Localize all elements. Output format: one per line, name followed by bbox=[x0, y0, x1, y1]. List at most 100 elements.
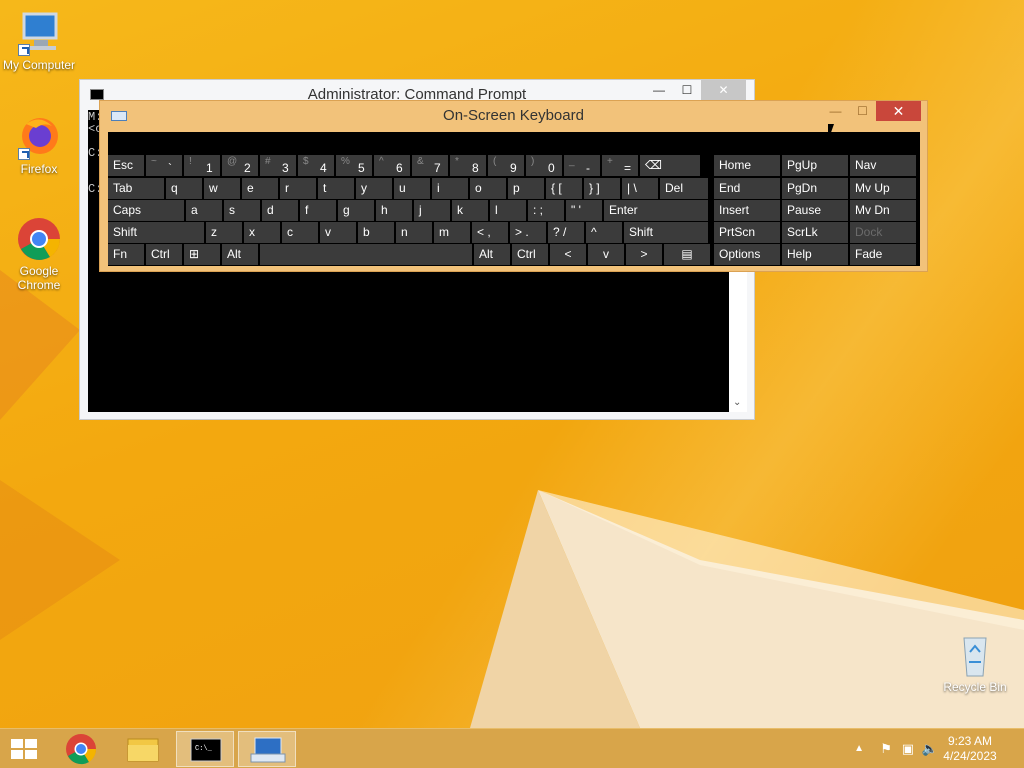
show-hidden-icons-icon[interactable]: ▲ bbox=[854, 743, 864, 754]
key-5[interactable]: % 5 bbox=[336, 155, 372, 176]
key-10[interactable]: : ; bbox=[528, 200, 564, 221]
nav-key-pgdn[interactable]: PgDn bbox=[782, 178, 848, 199]
key-2[interactable]: w bbox=[204, 178, 240, 199]
key-7[interactable]: j bbox=[414, 200, 450, 221]
on-screen-keyboard-window[interactable]: On-Screen Keyboard — ☐ ✕ Esc ~ `! 1 @2 #3 $4% 5… bbox=[99, 100, 928, 272]
key-10[interactable]: ? / bbox=[548, 222, 584, 243]
key-9[interactable]: l bbox=[490, 200, 526, 221]
key-2[interactable]: x bbox=[244, 222, 280, 243]
key-3[interactable]: c bbox=[282, 222, 318, 243]
key-6[interactable]: n bbox=[396, 222, 432, 243]
key-14[interactable]: Del bbox=[660, 178, 708, 199]
action-center-flag-icon[interactable]: ⚑ bbox=[880, 741, 892, 757]
key-7[interactable]: m bbox=[434, 222, 470, 243]
maximize-button[interactable]: ☐ bbox=[673, 80, 701, 100]
nav-key-mv-up[interactable]: Mv Up bbox=[850, 178, 916, 199]
key-8[interactable]: < , bbox=[472, 222, 508, 243]
key-3[interactable]: d bbox=[262, 200, 298, 221]
key-8[interactable]: k bbox=[452, 200, 488, 221]
key--[interactable]: _ - bbox=[564, 155, 600, 176]
key-1[interactable]: q bbox=[166, 178, 202, 199]
key-3[interactable]: #3 bbox=[260, 155, 296, 176]
key-0[interactable]: Caps bbox=[108, 200, 184, 221]
key-2[interactable]: s bbox=[224, 200, 260, 221]
key-11[interactable]: { [ bbox=[546, 178, 582, 199]
key-9[interactable]: > bbox=[626, 244, 662, 265]
scroll-down-icon[interactable]: ⌄ bbox=[733, 397, 741, 408]
taskbar-on-screen-keyboard[interactable] bbox=[238, 731, 296, 767]
nav-key-dock[interactable]: Dock bbox=[850, 222, 916, 243]
key-11[interactable]: ^ bbox=[586, 222, 622, 243]
key-0[interactable]: Tab bbox=[108, 178, 164, 199]
taskbar-command-prompt[interactable]: C:\_ bbox=[176, 731, 234, 767]
nav-key-home[interactable]: Home bbox=[714, 155, 780, 176]
desktop-icon-my-computer[interactable]: My Computer bbox=[0, 10, 78, 72]
key-10[interactable]: ▤ bbox=[664, 244, 710, 265]
key-1[interactable]: ! 1 bbox=[184, 155, 220, 176]
desktop-icon-recycle-bin[interactable]: Recycle Bin bbox=[936, 632, 1014, 694]
key-4[interactable]: $4 bbox=[298, 155, 334, 176]
nav-key-pgup[interactable]: PgUp bbox=[782, 155, 848, 176]
nav-key-help[interactable]: Help bbox=[782, 244, 848, 265]
nav-key-nav[interactable]: Nav bbox=[850, 155, 916, 176]
nav-key-end[interactable]: End bbox=[714, 178, 780, 199]
key-6[interactable]: Ctrl bbox=[512, 244, 548, 265]
key-5[interactable]: t bbox=[318, 178, 354, 199]
key-12[interactable]: } ] bbox=[584, 178, 620, 199]
nav-key-pause[interactable]: Pause bbox=[782, 200, 848, 221]
minimize-button[interactable]: — bbox=[822, 101, 849, 121]
taskbar-file-explorer[interactable] bbox=[114, 731, 172, 767]
key-12[interactable]: Enter bbox=[604, 200, 708, 221]
key-0[interactable]: Fn bbox=[108, 244, 144, 265]
key-5[interactable]: Alt bbox=[474, 244, 510, 265]
key-4[interactable]: v bbox=[320, 222, 356, 243]
key-1[interactable]: Ctrl bbox=[146, 244, 182, 265]
key-esc[interactable]: Esc bbox=[108, 155, 144, 176]
key-11[interactable]: " ' bbox=[566, 200, 602, 221]
nav-key-insert[interactable]: Insert bbox=[714, 200, 780, 221]
desktop-icon-firefox[interactable]: Firefox bbox=[0, 114, 78, 176]
key-4[interactable]: r bbox=[280, 178, 316, 199]
nav-key-scrlk[interactable]: ScrLk bbox=[782, 222, 848, 243]
key-8[interactable]: * 8 bbox=[450, 155, 486, 176]
key-6[interactable]: h bbox=[376, 200, 412, 221]
backspace-key[interactable]: ⌫ bbox=[640, 155, 700, 176]
key-3[interactable]: e bbox=[242, 178, 278, 199]
key-7[interactable]: u bbox=[394, 178, 430, 199]
key-8[interactable]: v bbox=[588, 244, 624, 265]
close-button[interactable]: ✕ bbox=[876, 101, 921, 121]
close-button[interactable]: ✕ bbox=[701, 80, 746, 100]
key-9[interactable]: o bbox=[470, 178, 506, 199]
nav-key-mv-dn[interactable]: Mv Dn bbox=[850, 200, 916, 221]
key-=[interactable]: + = bbox=[602, 155, 638, 176]
volume-muted-icon[interactable]: 🔈 bbox=[922, 741, 938, 757]
key-10[interactable]: p bbox=[508, 178, 544, 199]
maximize-button[interactable]: ☐ bbox=[849, 101, 876, 121]
key-6[interactable]: y bbox=[356, 178, 392, 199]
nav-key-fade[interactable]: Fade bbox=[850, 244, 916, 265]
key-`[interactable]: ~ ` bbox=[146, 155, 182, 176]
key-1[interactable]: z bbox=[206, 222, 242, 243]
nav-key-prtscn[interactable]: PrtScn bbox=[714, 222, 780, 243]
minimize-button[interactable]: — bbox=[645, 80, 673, 100]
key-1[interactable]: a bbox=[186, 200, 222, 221]
key-12[interactable]: Shift bbox=[624, 222, 708, 243]
key-6[interactable]: ^ 6 bbox=[374, 155, 410, 176]
nav-key-options[interactable]: Options bbox=[714, 244, 780, 265]
key-5[interactable]: b bbox=[358, 222, 394, 243]
start-button[interactable] bbox=[0, 731, 48, 767]
key-5[interactable]: g bbox=[338, 200, 374, 221]
key-8[interactable]: i bbox=[432, 178, 468, 199]
key-7[interactable]: < bbox=[550, 244, 586, 265]
key-9[interactable]: > . bbox=[510, 222, 546, 243]
key-4[interactable]: f bbox=[300, 200, 336, 221]
taskbar-chrome[interactable] bbox=[52, 731, 110, 767]
key-2[interactable]: ⊞ bbox=[184, 244, 220, 265]
desktop-icon-google-chrome[interactable]: Google Chrome bbox=[0, 216, 78, 292]
spacebar[interactable] bbox=[260, 244, 472, 265]
key-9[interactable]: (9 bbox=[488, 155, 524, 176]
clock[interactable]: 9:23 AM 4/24/2023 bbox=[940, 734, 1000, 764]
key-13[interactable]: | \ bbox=[622, 178, 658, 199]
key-2[interactable]: @2 bbox=[222, 155, 258, 176]
key-0[interactable]: ) 0 bbox=[526, 155, 562, 176]
